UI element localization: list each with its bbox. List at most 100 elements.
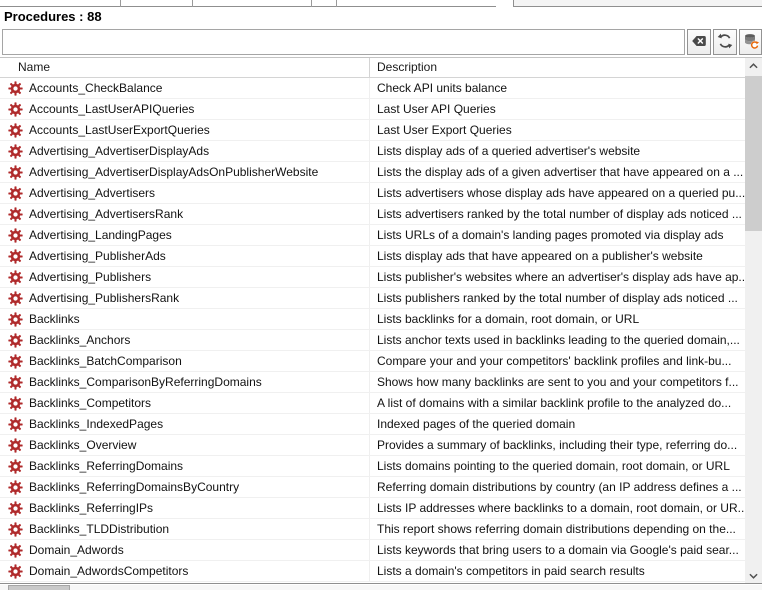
table-row[interactable]: Accounts_CheckBalance Check API units ba… — [0, 78, 745, 99]
procedure-name: Backlinks_Anchors — [29, 330, 130, 350]
procedure-name: Backlinks_ComparisonByReferringDomains — [29, 372, 262, 392]
tab-divider — [336, 0, 337, 7]
procedure-description: This report shows referring domain distr… — [370, 519, 745, 539]
clear-search-button[interactable] — [687, 29, 711, 55]
table-row[interactable]: Backlinks_ReferringDomainsByCountry Refe… — [0, 477, 745, 498]
table-row[interactable]: Backlinks_ReferringDomains Lists domains… — [0, 456, 745, 477]
procedure-name: Backlinks_TLDDistribution — [29, 519, 169, 539]
column-header-description[interactable]: Description — [370, 58, 745, 78]
table-row[interactable]: Backlinks_Competitors A list of domains … — [0, 393, 745, 414]
procedure-gear-icon — [8, 396, 23, 411]
column-header-name[interactable]: Name — [0, 58, 370, 78]
procedure-description: Lists keywords that bring users to a dom… — [370, 540, 745, 560]
procedure-gear-icon — [8, 123, 23, 138]
refresh-button[interactable] — [713, 29, 737, 55]
procedure-description: Lists anchor texts used in backlinks lea… — [370, 330, 745, 350]
procedure-gear-icon — [8, 459, 23, 474]
refresh-icon — [717, 33, 733, 52]
table-row[interactable]: Backlinks_Overview Provides a summary of… — [0, 435, 745, 456]
procedure-name: Backlinks_ReferringDomainsByCountry — [29, 477, 239, 497]
procedure-gear-icon — [8, 354, 23, 369]
table-row[interactable]: Advertising_AdvertiserDisplayAds Lists d… — [0, 141, 745, 162]
procedure-name: Advertising_AdvertiserDisplayAds — [29, 141, 209, 161]
procedures-table: Name Description Accounts_CheckBalance — [0, 57, 762, 584]
procedure-description: Lists publisher's websites where an adve… — [370, 267, 745, 287]
table-row[interactable]: Advertising_Advertisers Lists advertiser… — [0, 183, 745, 204]
procedure-gear-icon — [8, 480, 23, 495]
procedures-panel: { "header": { "title": "Procedures : 88"… — [0, 0, 762, 590]
procedure-description: Lists display ads that have appeared on … — [370, 246, 745, 266]
procedure-name: Backlinks_IndexedPages — [29, 414, 163, 434]
procedure-description: A list of domains with a similar backlin… — [370, 393, 745, 413]
table-row[interactable]: Backlinks_IndexedPages Indexed pages of … — [0, 414, 745, 435]
procedure-name: Backlinks_BatchComparison — [29, 351, 182, 371]
procedure-name: Backlinks_Competitors — [29, 393, 151, 413]
panel-top-edge — [513, 0, 762, 7]
table-row[interactable]: Backlinks_Anchors Lists anchor texts use… — [0, 330, 745, 351]
vertical-scrollbar[interactable] — [745, 58, 762, 583]
table-row[interactable]: Advertising_Publishers Lists publisher's… — [0, 267, 745, 288]
procedure-gear-icon — [8, 81, 23, 96]
procedure-description: Lists publishers ranked by the total num… — [370, 288, 745, 308]
procedure-description: Lists domains pointing to the queried do… — [370, 456, 745, 476]
procedure-gear-icon — [8, 186, 23, 201]
page-title: Procedures : 88 — [4, 9, 102, 24]
table-row[interactable]: Advertising_AdvertiserDisplayAdsOnPublis… — [0, 162, 745, 183]
procedure-gear-icon — [8, 165, 23, 180]
scroll-up-button[interactable] — [745, 58, 762, 73]
procedure-name: Advertising_LandingPages — [29, 225, 172, 245]
procedure-name: Backlinks_ReferringIPs — [29, 498, 153, 518]
procedure-name: Accounts_LastUserAPIQueries — [29, 99, 194, 119]
scroll-down-button[interactable] — [745, 568, 762, 583]
procedure-name: Advertising_PublisherAds — [29, 246, 166, 266]
table-row[interactable]: Domain_AdwordsCompetitors Lists a domain… — [0, 561, 745, 582]
procedure-description: Check API units balance — [370, 78, 745, 98]
procedure-gear-icon — [8, 333, 23, 348]
refresh-metadata-button[interactable] — [739, 29, 762, 55]
procedure-gear-icon — [8, 312, 23, 327]
table-row[interactable]: Backlinks_ComparisonByReferringDomains S… — [0, 372, 745, 393]
procedure-gear-icon — [8, 438, 23, 453]
table-row[interactable]: Accounts_LastUserAPIQueries Last User AP… — [0, 99, 745, 120]
procedure-name: Advertising_Publishers — [29, 267, 151, 287]
procedure-gear-icon — [8, 144, 23, 159]
table-row[interactable]: Accounts_LastUserExportQueries Last User… — [0, 120, 745, 141]
table-row[interactable]: Advertising_PublisherAds Lists display a… — [0, 246, 745, 267]
tab-bar-segment — [0, 0, 496, 7]
table-row[interactable]: Advertising_AdvertisersRank Lists advert… — [0, 204, 745, 225]
procedure-name: Backlinks_Overview — [29, 435, 136, 455]
procedure-name: Domain_Adwords — [29, 540, 124, 560]
procedure-description: Lists backlinks for a domain, root domai… — [370, 309, 745, 329]
horizontal-scrollbar[interactable] — [0, 585, 762, 590]
database-refresh-icon — [743, 33, 759, 52]
horizontal-scroll-thumb[interactable] — [8, 585, 70, 590]
table-row[interactable]: Advertising_PublishersRank Lists publish… — [0, 288, 745, 309]
procedure-name: Backlinks — [29, 309, 80, 329]
procedure-description: Compare your and your competitors' backl… — [370, 351, 745, 371]
tab-divider — [311, 0, 312, 7]
procedure-description: Provides a summary of backlinks, includi… — [370, 435, 745, 455]
table-header: Name Description — [0, 58, 745, 78]
table-row[interactable]: Backlinks_ReferringIPs Lists IP addresse… — [0, 498, 745, 519]
procedure-description: Shows how many backlinks are sent to you… — [370, 372, 745, 392]
table-row[interactable]: Backlinks_BatchComparison Compare your a… — [0, 351, 745, 372]
backspace-clear-icon — [691, 33, 707, 52]
table-row[interactable]: Advertising_LandingPages Lists URLs of a… — [0, 225, 745, 246]
procedure-description: Lists URLs of a domain's landing pages p… — [370, 225, 745, 245]
procedure-description: Lists advertisers whose display ads have… — [370, 183, 745, 203]
procedure-name: Domain_AdwordsCompetitors — [29, 561, 188, 581]
table-row[interactable]: Domain_Adwords Lists keywords that bring… — [0, 540, 745, 561]
procedure-description: Last User Export Queries — [370, 120, 745, 140]
procedure-name: Backlinks_ReferringDomains — [29, 456, 183, 476]
procedure-name: Accounts_LastUserExportQueries — [29, 120, 210, 140]
table-row[interactable]: Backlinks_TLDDistribution This report sh… — [0, 519, 745, 540]
tab-divider — [192, 0, 193, 7]
procedure-name: Advertising_PublishersRank — [29, 288, 179, 308]
search-input[interactable] — [2, 29, 685, 55]
vertical-scroll-thumb[interactable] — [745, 76, 762, 231]
procedure-gear-icon — [8, 291, 23, 306]
procedure-name: Accounts_CheckBalance — [29, 78, 162, 98]
table-row[interactable]: Backlinks Lists backlinks for a domain, … — [0, 309, 745, 330]
procedure-gear-icon — [8, 228, 23, 243]
procedure-description: Indexed pages of the queried domain — [370, 414, 745, 434]
